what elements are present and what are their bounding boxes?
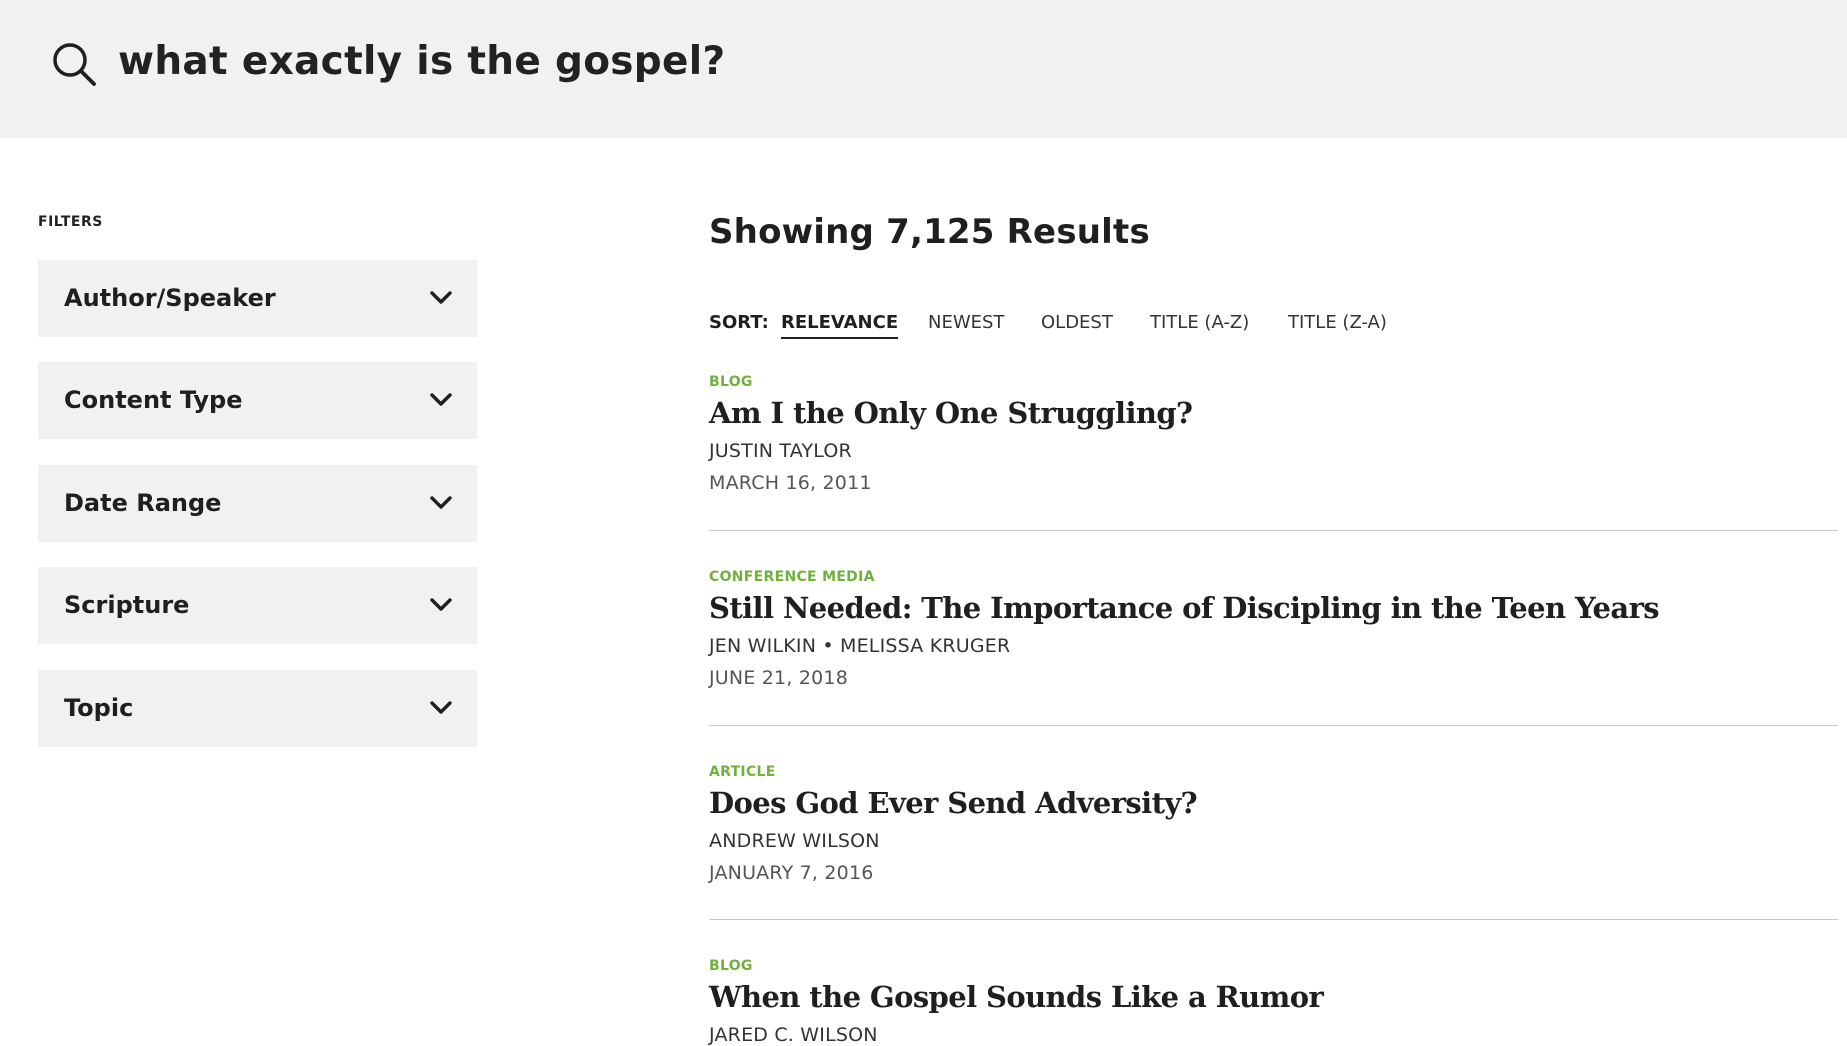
result-divider xyxy=(709,530,1838,531)
result-content-type: BLOG xyxy=(709,374,753,390)
sort-option-relevance[interactable]: RELEVANCE xyxy=(781,312,899,339)
result-title-link[interactable]: Am I the Only One Struggling? xyxy=(709,396,1193,430)
result-title-link[interactable]: Does God Ever Send Adversity? xyxy=(709,786,1198,820)
filter-label: Date Range xyxy=(64,489,222,517)
sort-option-title-z-a[interactable]: TITLE (Z-A) xyxy=(1288,312,1387,337)
filter-topic[interactable]: Topic xyxy=(38,670,477,747)
result-date: MARCH 16, 2011 xyxy=(709,472,872,494)
chevron-down-icon xyxy=(430,496,452,509)
search-bar xyxy=(0,0,1847,138)
chevron-down-icon xyxy=(430,393,452,406)
filter-author-speaker[interactable]: Author/Speaker xyxy=(38,260,477,337)
filters-heading: FILTERS xyxy=(38,214,103,230)
result-date: JUNE 21, 2018 xyxy=(709,667,848,689)
chevron-down-icon xyxy=(430,701,452,714)
sort-option-oldest[interactable]: OLDEST xyxy=(1041,312,1113,337)
result-content-type: ARTICLE xyxy=(709,764,776,780)
result-divider xyxy=(709,725,1838,726)
filter-label: Scripture xyxy=(64,591,190,619)
result-author[interactable]: JEN WILKIN • MELISSA KRUGER xyxy=(709,635,1010,657)
result-content-type: BLOG xyxy=(709,958,753,974)
filter-content-type[interactable]: Content Type xyxy=(38,362,477,439)
result-author[interactable]: JUSTIN TAYLOR xyxy=(709,440,852,462)
results-count-heading: Showing 7,125 Results xyxy=(709,212,1150,252)
result-title-link[interactable]: When the Gospel Sounds Like a Rumor xyxy=(709,980,1324,1014)
result-divider xyxy=(709,919,1838,920)
filter-label: Topic xyxy=(64,694,134,722)
chevron-down-icon xyxy=(430,291,452,304)
sort-option-title-a-z[interactable]: TITLE (A-Z) xyxy=(1150,312,1249,337)
filter-date-range[interactable]: Date Range xyxy=(38,465,477,542)
filter-scripture[interactable]: Scripture xyxy=(38,567,477,644)
filter-label: Content Type xyxy=(64,386,243,414)
result-author[interactable]: JARED C. WILSON xyxy=(709,1024,878,1046)
chevron-down-icon xyxy=(430,598,452,611)
filter-label: Author/Speaker xyxy=(64,284,276,312)
result-title-link[interactable]: Still Needed: The Importance of Discipli… xyxy=(709,591,1660,625)
result-content-type: CONFERENCE MEDIA xyxy=(709,569,875,585)
result-date: JANUARY 7, 2016 xyxy=(709,862,874,884)
search-icon[interactable] xyxy=(50,40,98,88)
search-input[interactable] xyxy=(118,28,1318,94)
sort-label: SORT: xyxy=(709,312,769,333)
sort-option-newest[interactable]: NEWEST xyxy=(928,312,1004,337)
result-author[interactable]: ANDREW WILSON xyxy=(709,830,880,852)
